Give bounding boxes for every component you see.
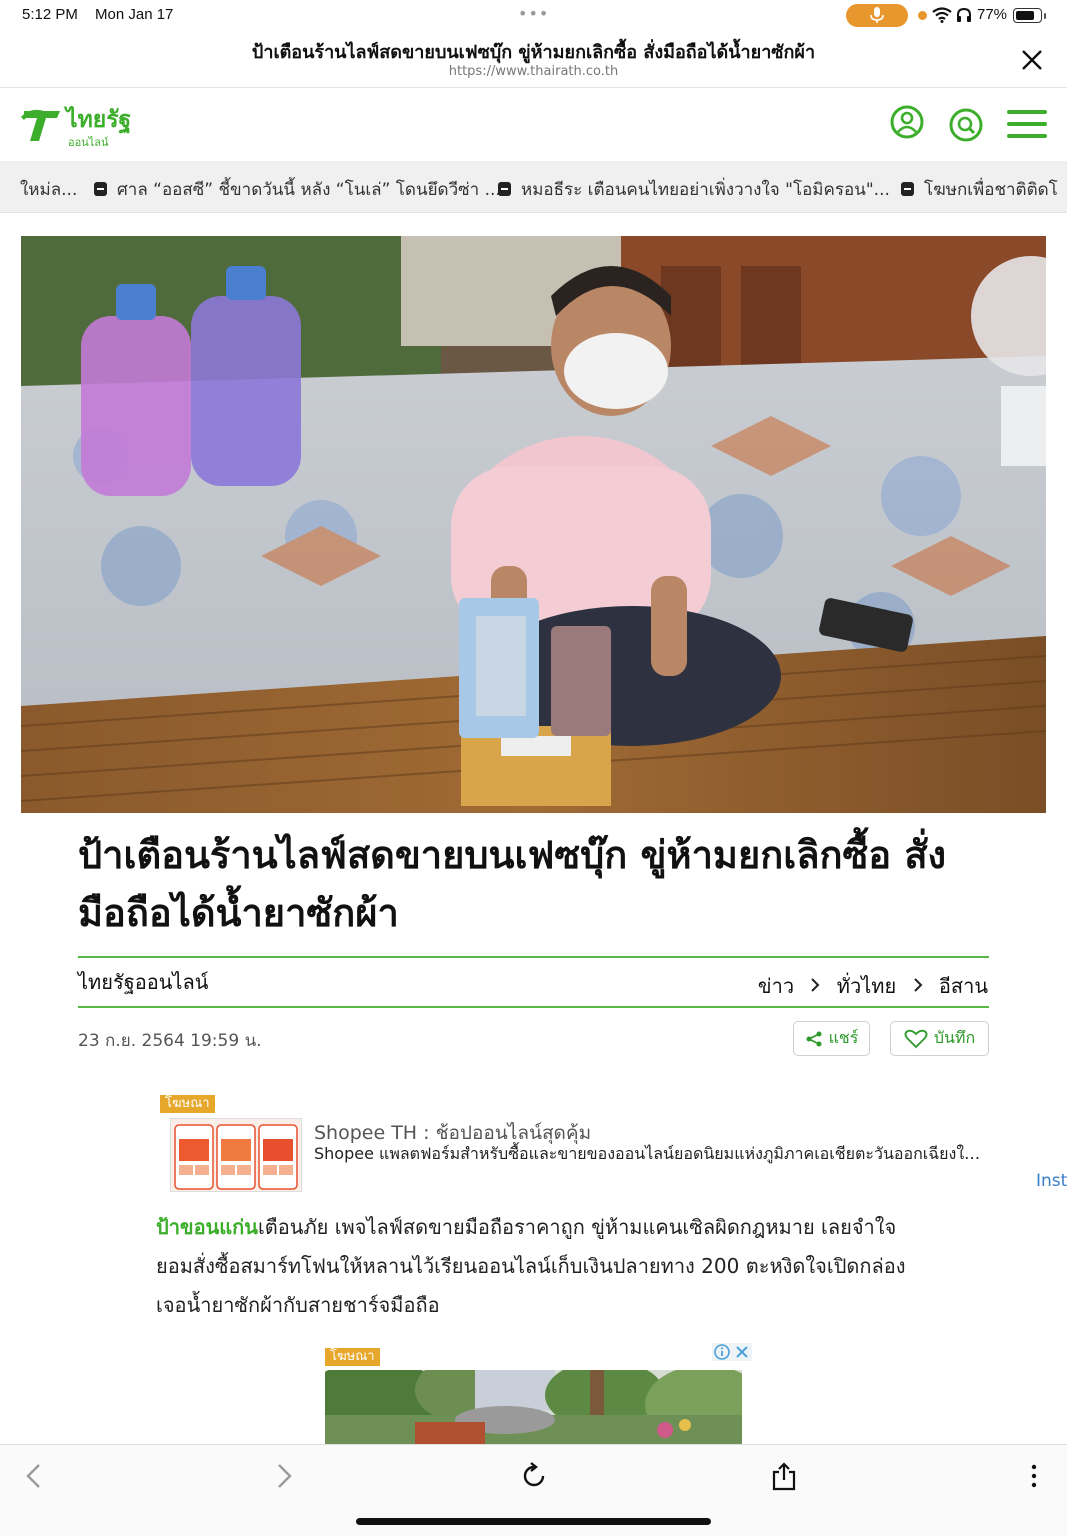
microphone-indicator xyxy=(846,4,908,27)
ticker-item[interactable]: ศาล “ออสซี” ชี้ขาดวันนี้ หลัง “โนเล่” โด… xyxy=(94,176,501,203)
battery-fill xyxy=(1015,10,1034,20)
news-icon xyxy=(94,182,107,196)
logo-name: ไทยรัฐ xyxy=(66,107,132,133)
hero-photo xyxy=(21,236,1046,813)
site-logo[interactable]: ไทยรัฐ ออนไลน์ xyxy=(20,105,132,149)
share-button[interactable]: แชร์ xyxy=(793,1021,870,1056)
side-link[interactable]: Inst xyxy=(1036,1171,1067,1191)
thairath-logo-icon xyxy=(21,109,60,141)
recording-dot xyxy=(918,11,927,20)
breadcrumb-item[interactable]: ข่าว xyxy=(758,974,794,998)
breadcrumb-item[interactable]: ทั่วไทย xyxy=(837,974,896,998)
close-ad-icon[interactable] xyxy=(732,1343,752,1361)
back-icon[interactable] xyxy=(20,1461,50,1491)
forward-icon[interactable] xyxy=(268,1461,298,1491)
news-ticker: ใหม่ล... ศาล “ออสซี” ชี้ขาดวันนี้ หลัง “… xyxy=(0,161,1067,213)
article-headline: ป้าเตือนร้านไลฟ์สดขายบนเฟซบุ๊ก ขู่ห้ามยก… xyxy=(78,833,947,935)
breadcrumb: ข่าว ทั่วไทย อีสาน xyxy=(758,970,988,1002)
microphone-icon xyxy=(870,7,884,23)
ticker-item-text: ศาล “ออสซี” ชี้ขาดวันนี้ หลัง “โนเล่” โด… xyxy=(117,180,501,200)
wifi-icon xyxy=(932,7,952,23)
share-label: แชร์ xyxy=(828,1030,859,1047)
publish-date: 23 ก.ย. 2564 19:59 น. xyxy=(78,1031,262,1051)
article-hero-image[interactable] xyxy=(21,236,1046,813)
article-location[interactable]: ป้าขอนแก่น xyxy=(156,1215,258,1239)
status-time: 5:12 PM xyxy=(22,6,78,23)
home-indicator[interactable] xyxy=(356,1518,711,1525)
status-date: Mon Jan 17 xyxy=(95,6,174,23)
ad-banner-image[interactable] xyxy=(325,1370,742,1444)
save-label: บันทึก xyxy=(933,1030,976,1047)
battery-icon xyxy=(1013,8,1042,23)
share-icon xyxy=(806,1031,822,1046)
ad-description[interactable]: Shopee แพลตฟอร์มสำหรับซื้อและขายของออนไล… xyxy=(314,1142,984,1167)
ad-thumbnail-image xyxy=(171,1119,301,1191)
status-bar: 5:12 PM Mon Jan 17 ••• 77% xyxy=(0,0,1067,32)
info-icon[interactable] xyxy=(712,1343,732,1361)
headphones-icon xyxy=(957,7,971,22)
ad-controls xyxy=(712,1343,752,1361)
search-icon[interactable] xyxy=(948,107,984,143)
ad-thumbnail[interactable] xyxy=(170,1118,302,1192)
news-icon xyxy=(498,182,511,196)
ad-label: โฆษณา xyxy=(160,1095,215,1113)
garden-photo xyxy=(325,1370,742,1444)
breadcrumb-item[interactable]: อีสาน xyxy=(939,974,988,998)
ticker-item-text: โฆษกเพื่อชาติติดโ xyxy=(924,180,1058,200)
close-icon[interactable] xyxy=(1018,46,1046,74)
page-url[interactable]: https://www.thairath.co.th xyxy=(0,64,1067,79)
page-title: ป้าเตือนร้านไลฟ์สดขายบนเฟซบุ๊ก ขู่ห้ามยก… xyxy=(251,42,816,63)
ticker-item-text: หมอธีระ เตือนคนไทยอย่าเพิ่งวางใจ "โอมิคร… xyxy=(521,180,890,200)
ticker-label: ใหม่ล... xyxy=(20,180,78,200)
ticker-item[interactable]: โฆษกเพื่อชาติติดโ xyxy=(901,176,1058,203)
browser-title-bar: ป้าเตือนร้านไลฟ์สดขายบนเฟซบุ๊ก ขู่ห้ามยก… xyxy=(0,32,1067,88)
battery-nub xyxy=(1044,13,1046,19)
battery-percent: 77% xyxy=(977,6,1008,23)
article-source[interactable]: ไทยรัฐออนไลน์ xyxy=(78,966,208,998)
save-button[interactable]: บันทึก xyxy=(890,1021,989,1056)
site-header: ไทยรัฐ ออนไลน์ xyxy=(0,89,1067,161)
article-lead-paragraph: ป้าขอนแก่นเตือนภัย เพจไลฟ์สดขายมือถือราค… xyxy=(156,1208,906,1325)
news-icon xyxy=(901,182,914,196)
ticker-item[interactable]: หมอธีระ เตือนคนไทยอย่าเพิ่งวางใจ "โอมิคร… xyxy=(498,176,890,203)
divider xyxy=(78,1006,989,1008)
chevron-right-icon xyxy=(913,974,923,998)
user-icon[interactable] xyxy=(890,105,924,139)
heart-icon xyxy=(904,1029,928,1048)
chevron-right-icon xyxy=(810,974,820,998)
divider xyxy=(78,956,989,958)
menu-icon[interactable] xyxy=(1007,109,1047,139)
share-icon[interactable] xyxy=(769,1461,799,1491)
more-icon[interactable] xyxy=(1019,1461,1049,1491)
reload-icon[interactable] xyxy=(519,1461,549,1491)
ad-label: โฆษณา xyxy=(325,1348,380,1366)
article-body-text: เตือนภัย เพจไลฟ์สดขายมือถือราคาถูก ขู่ห้… xyxy=(156,1215,906,1317)
logo-subtitle: ออนไลน์ xyxy=(68,136,109,149)
multitasking-dots-icon[interactable]: ••• xyxy=(518,4,549,23)
